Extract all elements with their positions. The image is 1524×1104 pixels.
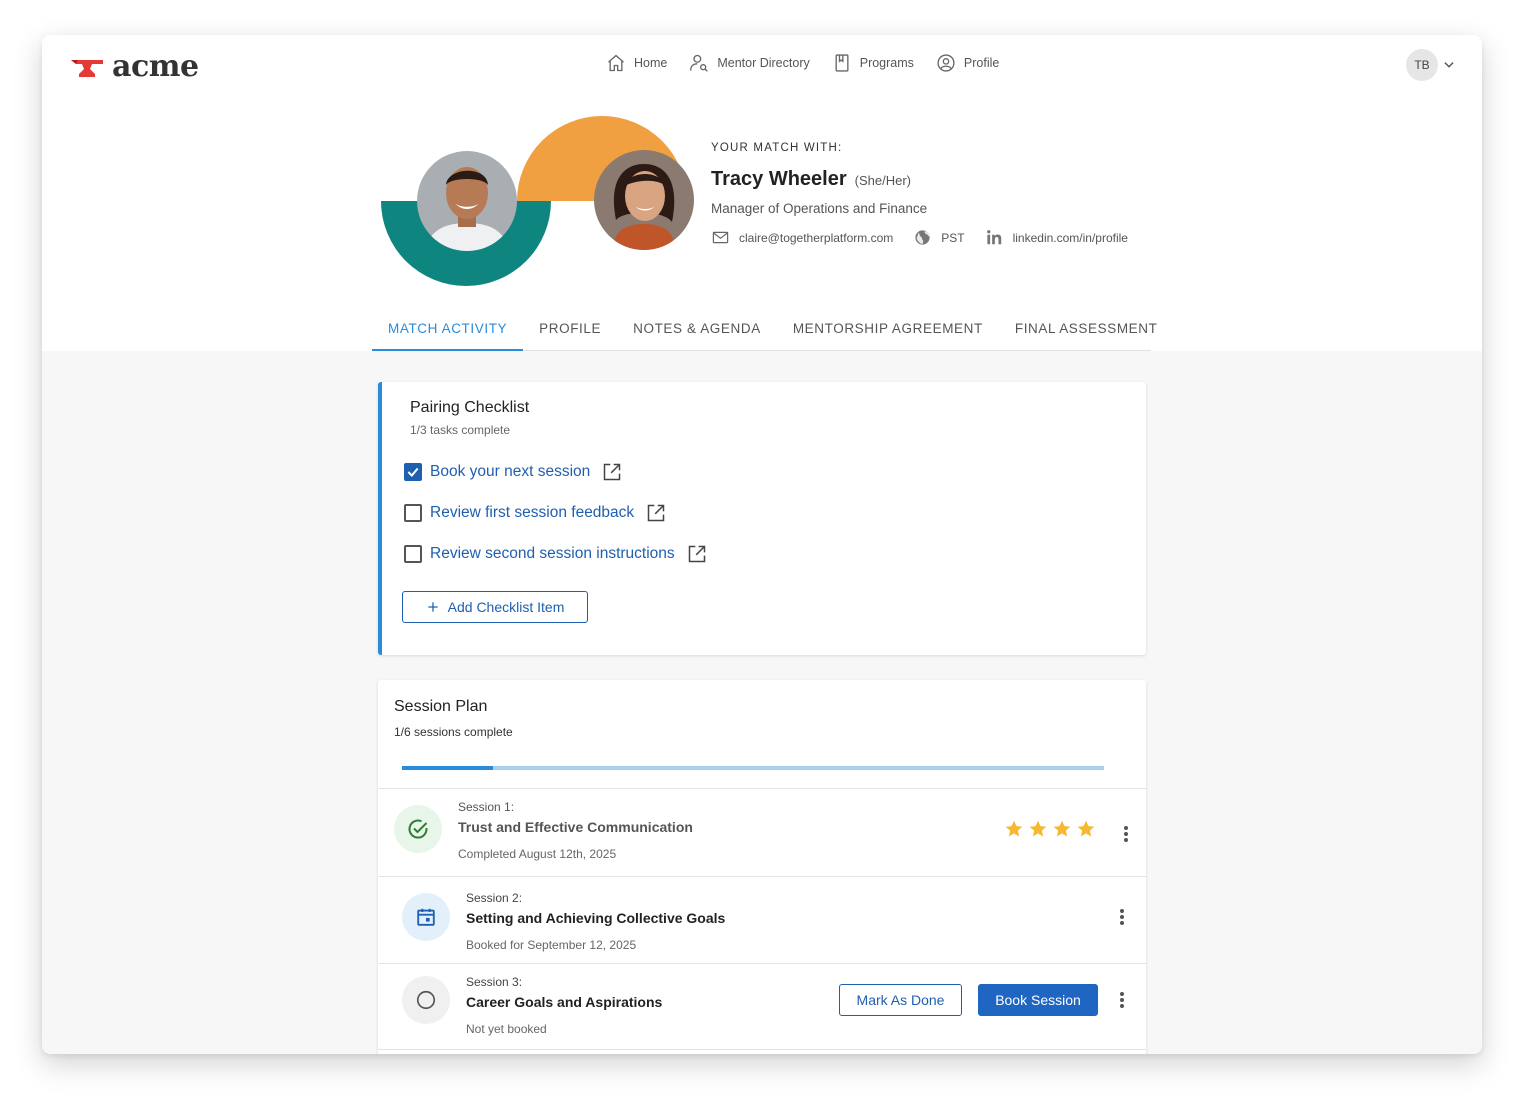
checklist-item-label[interactable]: Review second session instructions: [430, 545, 675, 563]
add-checklist-item-label: Add Checklist Item: [447, 599, 565, 615]
session-title: Setting and Achieving Collective Goals: [466, 910, 726, 926]
check-circle-icon: [408, 819, 428, 839]
add-checklist-item-button[interactable]: Add Checklist Item: [402, 591, 588, 623]
nav-home[interactable]: Home: [606, 53, 667, 73]
app-window: acme Home Mentor Directory Programs Prof…: [42, 35, 1482, 1054]
session-status-booked: [402, 893, 450, 941]
external-link-icon[interactable]: [646, 503, 666, 523]
star-icon: [1053, 820, 1071, 837]
book-session-button[interactable]: Book Session: [978, 984, 1098, 1016]
tab-notes-agenda[interactable]: NOTES & AGENDA: [617, 315, 777, 351]
match-contacts: claire@togetherplatform.com PST linkedin…: [711, 228, 1128, 247]
session-title: Career Goals and Aspirations: [466, 994, 663, 1010]
globe-icon: [915, 230, 930, 245]
match-pronouns: (She/Her): [854, 173, 911, 188]
checklist-title: Pairing Checklist: [410, 399, 530, 416]
bookmark-icon: [835, 54, 849, 72]
match-email-text: claire@togetherplatform.com: [739, 230, 894, 245]
main-nav: Home Mentor Directory Programs Profile: [606, 53, 999, 73]
user-circle-icon: [937, 54, 955, 72]
user-menu-button[interactable]: TB: [1406, 49, 1456, 81]
match-photos: [380, 115, 694, 290]
nav-programs-label: Programs: [859, 56, 914, 70]
external-link-icon[interactable]: [687, 544, 707, 564]
person-search-icon: [690, 54, 709, 72]
tab-mentorship-agreement[interactable]: MENTORSHIP AGREEMENT: [777, 315, 999, 351]
user-avatar: TB: [1406, 49, 1438, 81]
match-info: YOUR MATCH WITH: Tracy Wheeler (She/Her)…: [711, 142, 1128, 247]
nav-profile[interactable]: Profile: [936, 53, 999, 73]
session-row[interactable]: Session 3: Career Goals and Aspirations …: [378, 963, 1146, 1050]
mark-as-done-button[interactable]: Mark As Done: [839, 984, 962, 1016]
tab-profile[interactable]: PROFILE: [523, 315, 617, 351]
match-timezone-text: PST: [941, 230, 965, 245]
match-name-row: Tracy Wheeler (She/Her): [711, 168, 1128, 191]
session-rating: [1004, 819, 1096, 839]
nav-mentor-directory[interactable]: Mentor Directory: [689, 53, 810, 73]
session-status-completed: [394, 805, 442, 853]
checklist-item[interactable]: Review first session feedback: [404, 503, 666, 523]
checkbox-checked[interactable]: [404, 463, 422, 481]
session-row[interactable]: Session 1: Trust and Effective Communica…: [378, 788, 1146, 876]
tab-final-assessment[interactable]: FINAL ASSESSMENT: [999, 315, 1174, 351]
match-email[interactable]: claire@togetherplatform.com: [711, 228, 893, 247]
nav-mentor-directory-label: Mentor Directory: [717, 56, 810, 70]
mentee-avatar: [594, 150, 694, 250]
session-meta: Booked for September 12, 2025: [466, 938, 637, 952]
session-meta: Not yet booked: [466, 1022, 547, 1036]
checklist-subtitle: 1/3 tasks complete: [410, 423, 511, 437]
checkbox-unchecked[interactable]: [404, 545, 422, 563]
star-icon: [1077, 820, 1095, 837]
mail-icon: [712, 231, 729, 244]
session-menu-button[interactable]: [1118, 824, 1134, 844]
empty-circle-icon: [416, 990, 436, 1010]
pairing-checklist-card: Pairing Checklist 1/3 tasks complete Boo…: [378, 382, 1146, 655]
session-progress-fill: [402, 766, 494, 770]
match-linkedin[interactable]: linkedin.com/in/profile: [985, 228, 1128, 247]
session-progress-bar: [402, 766, 1104, 770]
star-icon: [1029, 820, 1047, 837]
session-title: Trust and Effective Communication: [458, 819, 693, 835]
session-plan-subtitle: 1/6 sessions complete: [394, 725, 513, 739]
session-plan-title: Session Plan: [394, 698, 488, 715]
mentor-avatar: [417, 151, 517, 251]
nav-programs[interactable]: Programs: [832, 53, 914, 73]
match-job-title: Manager of Operations and Finance: [711, 201, 928, 216]
session-status-pending: [402, 976, 450, 1024]
linkedin-icon: [986, 230, 1001, 245]
session-label: Session 2:: [466, 891, 523, 905]
session-row[interactable]: Session 2: Setting and Achieving Collect…: [378, 876, 1146, 963]
chevron-down-icon: [1444, 62, 1454, 68]
nav-profile-label: Profile: [963, 56, 1000, 70]
checklist-item[interactable]: Review second session instructions: [404, 544, 707, 564]
match-eyebrow: YOUR MATCH WITH:: [711, 142, 843, 154]
session-plan-card: Session Plan 1/6 sessions complete Sessi…: [378, 680, 1146, 1054]
match-tabs: MATCH ACTIVITY PROFILE NOTES & AGENDA ME…: [372, 315, 1157, 351]
anvil-icon: [71, 59, 103, 77]
tab-match-activity[interactable]: MATCH ACTIVITY: [372, 315, 524, 351]
checkbox-unchecked[interactable]: [404, 504, 422, 522]
external-link-icon[interactable]: [602, 462, 622, 482]
match-name: Tracy Wheeler: [711, 168, 847, 190]
checklist-item-label[interactable]: Review first session feedback: [430, 504, 634, 522]
match-linkedin-text: linkedin.com/in/profile: [1012, 230, 1128, 245]
brand-name: acme: [112, 49, 199, 84]
nav-home-label: Home: [634, 56, 668, 70]
session-menu-button[interactable]: [1114, 907, 1130, 927]
session-meta: Completed August 12th, 2025: [458, 847, 617, 861]
checklist-item[interactable]: Book your next session: [404, 462, 622, 482]
calendar-icon: [417, 908, 435, 926]
star-icon: [1005, 820, 1023, 837]
checklist-item-label[interactable]: Book your next session: [430, 463, 590, 481]
home-icon: [608, 54, 624, 72]
plus-icon: [427, 602, 438, 612]
match-timezone: PST: [913, 228, 965, 247]
session-label: Session 1:: [458, 800, 515, 814]
session-label: Session 3:: [466, 975, 523, 989]
brand-logo[interactable]: acme: [70, 49, 199, 84]
session-menu-button[interactable]: [1114, 990, 1130, 1010]
check-icon: [407, 467, 419, 478]
